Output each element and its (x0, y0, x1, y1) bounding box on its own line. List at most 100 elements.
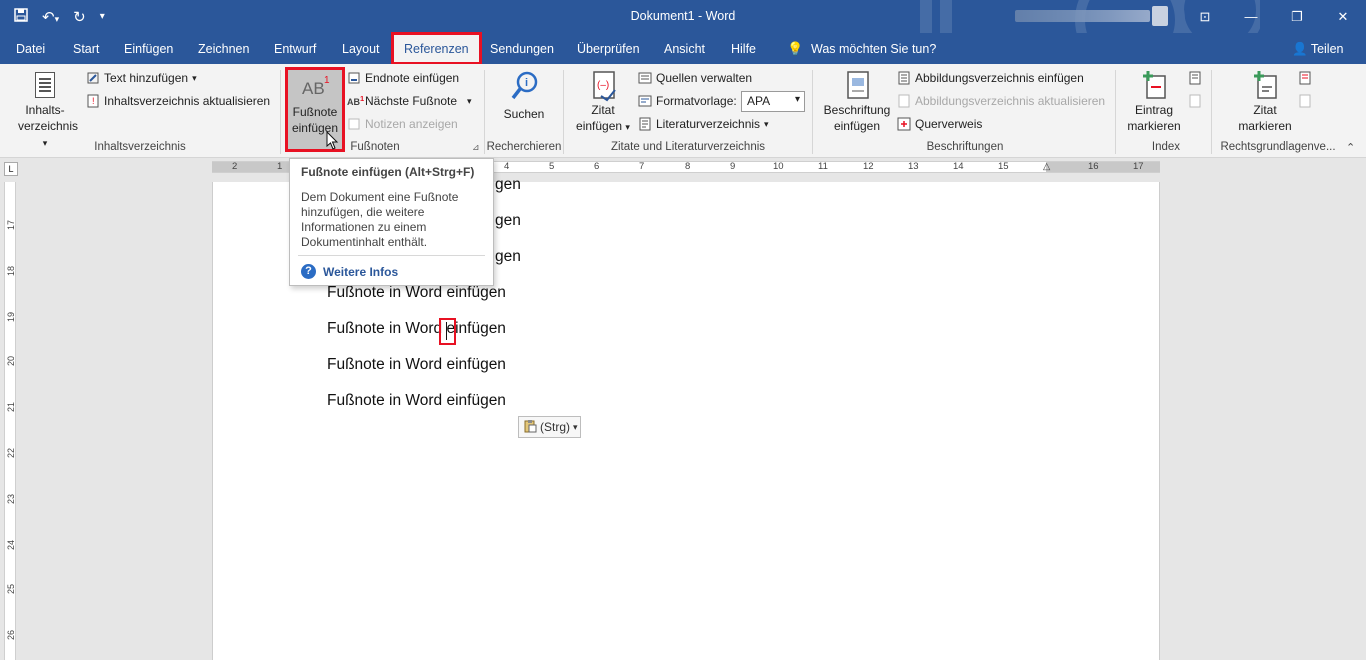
ruler-number: 20 (6, 356, 16, 367)
close-icon[interactable]: ✕ (1320, 0, 1366, 33)
text-line[interactable]: Fußnote in Word einfügen (327, 356, 506, 374)
insert-caption-button[interactable]: Beschriftung einfügen (820, 70, 894, 134)
update-table-icon: ! (86, 94, 100, 108)
tooltip-divider (298, 255, 485, 256)
style-icon (638, 94, 652, 108)
ruler-number: 24 (6, 540, 16, 551)
mouse-pointer-icon (326, 131, 339, 150)
group-separator (563, 70, 564, 154)
text-line[interactable]: gen (495, 248, 521, 266)
group-label-footnotes: Fußnoten (350, 141, 400, 153)
update-table-of-figures-icon (897, 94, 911, 108)
tab-selector[interactable]: L (4, 162, 18, 176)
text-line[interactable]: Fußnote in Word einfügen (327, 320, 506, 338)
minimize-icon[interactable]: — (1228, 0, 1274, 33)
update-index-icon[interactable] (1188, 94, 1202, 111)
group-separator (1115, 70, 1116, 154)
tab-help[interactable]: Hilfe (731, 42, 756, 56)
table-of-contents-button[interactable]: Inhalts- verzeichnis ▾ (18, 70, 78, 151)
ribbon: Inhalts- verzeichnis ▾ Text hinzufügen ▾… (0, 64, 1366, 158)
insert-footnote-button[interactable]: AB 1 Fußnote einfügen (288, 72, 342, 136)
tab-home[interactable]: Start (73, 42, 99, 56)
tab-draw[interactable]: Zeichnen (198, 42, 249, 56)
search-button[interactable]: i Suchen (498, 70, 550, 122)
mark-entry-button[interactable]: Eintrag markieren (1122, 70, 1186, 134)
bibliography-button[interactable]: Literaturverzeichnis ▾ (638, 117, 769, 131)
ribbon-display-icon[interactable]: ⊡ (1182, 0, 1228, 33)
svg-text:1: 1 (324, 75, 330, 86)
ruler-number: 14 (953, 161, 964, 172)
tab-layout[interactable]: Layout (342, 42, 380, 56)
cross-reference-button[interactable]: Querverweis (897, 117, 982, 131)
add-text-button[interactable]: Text hinzufügen ▾ (86, 71, 197, 85)
ruler-number: 21 (6, 402, 16, 413)
tell-me-search[interactable]: Was möchten Sie tun? (811, 42, 936, 56)
next-footnote-button[interactable]: AB1 Nächste Fußnote ▾ (347, 94, 472, 108)
chevron-down-icon: ▾ (764, 118, 769, 129)
chevron-down-icon[interactable]: ▾ (467, 96, 472, 107)
insert-footnote-label-1: Fußnote (292, 105, 338, 119)
insert-citation-label-2: einfügen (576, 119, 623, 133)
svg-text:(–): (–) (597, 80, 609, 91)
insert-table-of-authorities-icon[interactable] (1298, 71, 1312, 88)
lightbulb-icon[interactable]: 💡 (787, 41, 803, 57)
mark-entry-label-1: Eintrag (1134, 103, 1174, 117)
ruler-number: 1 (277, 161, 283, 172)
dialog-launcher-icon[interactable]: ⊿ (472, 142, 480, 153)
update-table-of-authorities-icon[interactable] (1298, 94, 1312, 111)
title-bar: ↶▾ ↻ ▾ Dokument1 - Word ⊡ — ❐ ✕ (0, 0, 1366, 64)
tab-review[interactable]: Überprüfen (577, 42, 640, 56)
update-table-of-figures-button[interactable]: Abbildungsverzeichnis aktualisieren (897, 94, 1105, 108)
tab-view[interactable]: Ansicht (664, 42, 705, 56)
share-label: Teilen (1310, 42, 1344, 56)
next-footnote-icon: AB1 (347, 94, 365, 107)
mark-citation-button[interactable]: Zitat markieren (1233, 70, 1297, 134)
text-line[interactable]: gen (495, 212, 521, 230)
user-name[interactable] (1015, 10, 1150, 22)
text-line[interactable]: gen (495, 176, 521, 194)
text-line[interactable]: Fußnote in Word einfügen (327, 284, 506, 302)
style-label: Formatvorlage: (656, 94, 737, 108)
ruler-number: 26 (6, 630, 16, 641)
tab-insert[interactable]: Einfügen (124, 42, 173, 56)
ruler-number: 5 (549, 161, 555, 172)
tab-references[interactable]: Referenzen (391, 32, 482, 65)
right-indent-marker[interactable]: △ (1043, 161, 1050, 172)
tooltip-more-label: Weitere Infos (323, 264, 399, 279)
paste-options-label: (Strg) (540, 420, 570, 434)
ruler-number: 11 (818, 161, 828, 172)
citation-style-dropdown[interactable]: APA (741, 91, 805, 112)
ruler-number: 7 (639, 161, 645, 172)
paste-options-button[interactable]: (Strg) ▾ (518, 416, 581, 438)
chevron-down-icon: ▾ (625, 122, 630, 132)
tab-design[interactable]: Entwurf (274, 42, 316, 56)
footnote-icon: AB 1 (301, 72, 330, 102)
ruler-number: 6 (594, 161, 600, 172)
share-button[interactable]: 👤 Teilen (1292, 42, 1344, 57)
update-toc-label: Inhaltsverzeichnis aktualisieren (104, 94, 271, 108)
avatar[interactable] (1152, 6, 1168, 26)
tooltip-more-info-link[interactable]: ? Weitere Infos (301, 264, 398, 279)
manage-sources-button[interactable]: Quellen verwalten (638, 71, 752, 85)
show-notes-button[interactable]: Notizen anzeigen (347, 117, 458, 131)
vertical-ruler[interactable]: 17 18 19 20 21 22 23 24 25 26 (4, 182, 16, 660)
search-label: Suchen (503, 107, 545, 121)
citation-icon: (–) (589, 70, 617, 102)
insert-endnote-button[interactable]: Endnote einfügen (347, 71, 459, 85)
svg-text:AB: AB (302, 79, 325, 98)
insert-table-of-figures-button[interactable]: Abbildungsverzeichnis einfügen (897, 71, 1084, 85)
next-footnote-label: Nächste Fußnote (365, 94, 458, 108)
collapse-ribbon-icon[interactable]: ⌃ (1346, 141, 1355, 154)
restore-icon[interactable]: ❐ (1274, 0, 1320, 33)
ruler-number: 19 (6, 312, 16, 323)
toc-icon (31, 70, 59, 100)
insert-index-icon[interactable] (1188, 71, 1202, 88)
insert-caption-label-1: Beschriftung (823, 103, 891, 117)
insert-citation-button[interactable]: (–) Zitat einfügen ▾ (572, 70, 634, 135)
update-toc-button[interactable]: ! Inhaltsverzeichnis aktualisieren (86, 94, 270, 108)
ruler-number: 8 (685, 161, 691, 172)
text-line[interactable]: Fußnote in Word einfügen (327, 392, 506, 410)
table-of-figures-icon (897, 71, 911, 85)
tab-mailings[interactable]: Sendungen (490, 42, 554, 56)
tab-file[interactable]: Datei (16, 42, 45, 56)
